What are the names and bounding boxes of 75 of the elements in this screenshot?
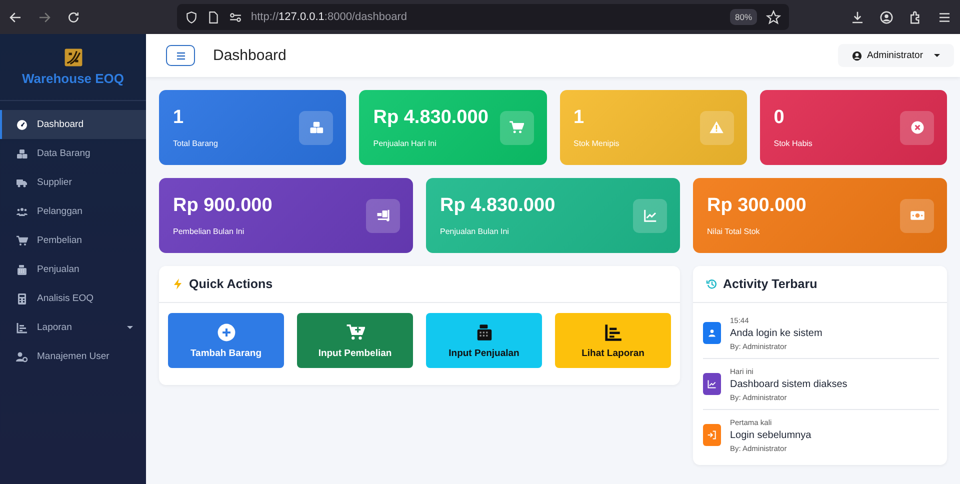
money-icon <box>910 208 924 223</box>
page-title: Dashboard <box>213 47 286 64</box>
stat-value: Rp 4.830.000 <box>373 107 488 129</box>
sidebar-item[interactable]: Data Barang <box>0 139 146 168</box>
user-circle-icon <box>852 50 862 60</box>
star-icon[interactable] <box>766 10 781 24</box>
activity-text: Dashboard sistem diakses <box>730 378 848 390</box>
address-bar[interactable]: http://127.0.0.1:8000/dashboard 80% <box>177 4 789 30</box>
zoom-level[interactable]: 80% <box>730 9 757 25</box>
stat-label: Pembelian Bulan Ini <box>173 227 246 236</box>
menu-button[interactable] <box>166 45 195 66</box>
card-title: Activity Terbaru <box>723 277 818 291</box>
stat-value: Rp 300.000 <box>707 195 806 217</box>
x-circle-icon <box>910 120 924 135</box>
stat-value: 0 <box>774 107 786 129</box>
page-icon <box>207 10 220 24</box>
history-icon <box>706 278 718 290</box>
stat-label: Penjualan Bulan Ini <box>440 227 510 236</box>
stat-label: Nilai Total Stok <box>707 227 761 236</box>
sidebar-item[interactable]: Pelanggan <box>0 197 146 226</box>
cart-icon <box>16 234 28 246</box>
caret-icon <box>934 54 940 57</box>
account-icon[interactable] <box>879 10 894 24</box>
quick-action-button[interactable]: Input Penjualan <box>426 313 542 368</box>
cash-register-icon <box>474 322 494 342</box>
sidebar-item[interactable]: Laporan <box>0 313 146 342</box>
user-icon <box>707 328 717 338</box>
logo-icon <box>64 48 82 67</box>
line-chart-icon <box>642 208 658 223</box>
sidebar-item[interactable]: Penjualan <box>0 255 146 284</box>
line-chart-icon <box>707 379 717 389</box>
user-menu-button[interactable]: Administrator <box>838 44 954 67</box>
activity-text: Login sebelumnya <box>730 430 812 440</box>
bar-chart-icon <box>16 322 28 334</box>
brand-name: Warehouse EOQ <box>22 71 124 86</box>
quick-action-button[interactable]: Input Pembelian <box>297 313 413 368</box>
card-title: Quick Actions <box>189 277 273 291</box>
cash-register-icon <box>16 264 28 276</box>
lightning-icon <box>172 278 184 290</box>
sidebar-item[interactable]: Analisis EOQ <box>0 284 146 313</box>
sidebar-item[interactable]: Supplier <box>0 168 146 197</box>
permissions-icon[interactable] <box>229 10 242 24</box>
stat-label: Stok Habis <box>774 139 812 148</box>
stat-value: 1 <box>173 107 185 129</box>
stat-label: Total Barang <box>173 139 218 148</box>
download-icon[interactable] <box>850 10 865 24</box>
activity-text: Anda login ke sistem <box>730 328 822 338</box>
sign-in-icon <box>707 430 717 440</box>
plus-circle-icon <box>216 322 236 342</box>
gauge-icon <box>16 118 28 130</box>
menu-icon <box>174 50 186 62</box>
stat-value: Rp 900.000 <box>173 195 272 217</box>
quick-action-button[interactable]: Tambah Barang <box>168 313 284 368</box>
sidebar-item[interactable]: Dashboard <box>0 110 146 139</box>
user-settings-icon <box>16 350 28 362</box>
reload-icon[interactable] <box>66 10 81 24</box>
boxes-icon <box>16 148 28 160</box>
shield-icon[interactable] <box>185 10 198 24</box>
stat-value: 1 <box>574 107 586 129</box>
stat-value: Rp 4.830.000 <box>440 195 556 217</box>
cart-icon <box>509 120 524 135</box>
bar-chart-icon <box>604 322 622 342</box>
users-icon <box>16 206 28 218</box>
cart-plus-icon <box>346 322 364 342</box>
quick-action-button[interactable]: Lihat Laporan <box>555 313 671 368</box>
sidebar-item[interactable]: Manajemen User <box>0 342 146 371</box>
dolly-icon <box>376 208 390 223</box>
url-text: http://127.0.0.1:8000/dashboard <box>251 11 408 23</box>
stat-label: Stok Menipis <box>574 139 620 148</box>
boxes-icon <box>308 120 324 135</box>
calculator-icon <box>16 292 28 304</box>
stat-label: Penjualan Hari Ini <box>373 139 438 148</box>
warning-icon <box>709 120 724 135</box>
truck-icon <box>16 176 28 188</box>
sidebar-item[interactable]: Pembelian <box>0 226 146 255</box>
